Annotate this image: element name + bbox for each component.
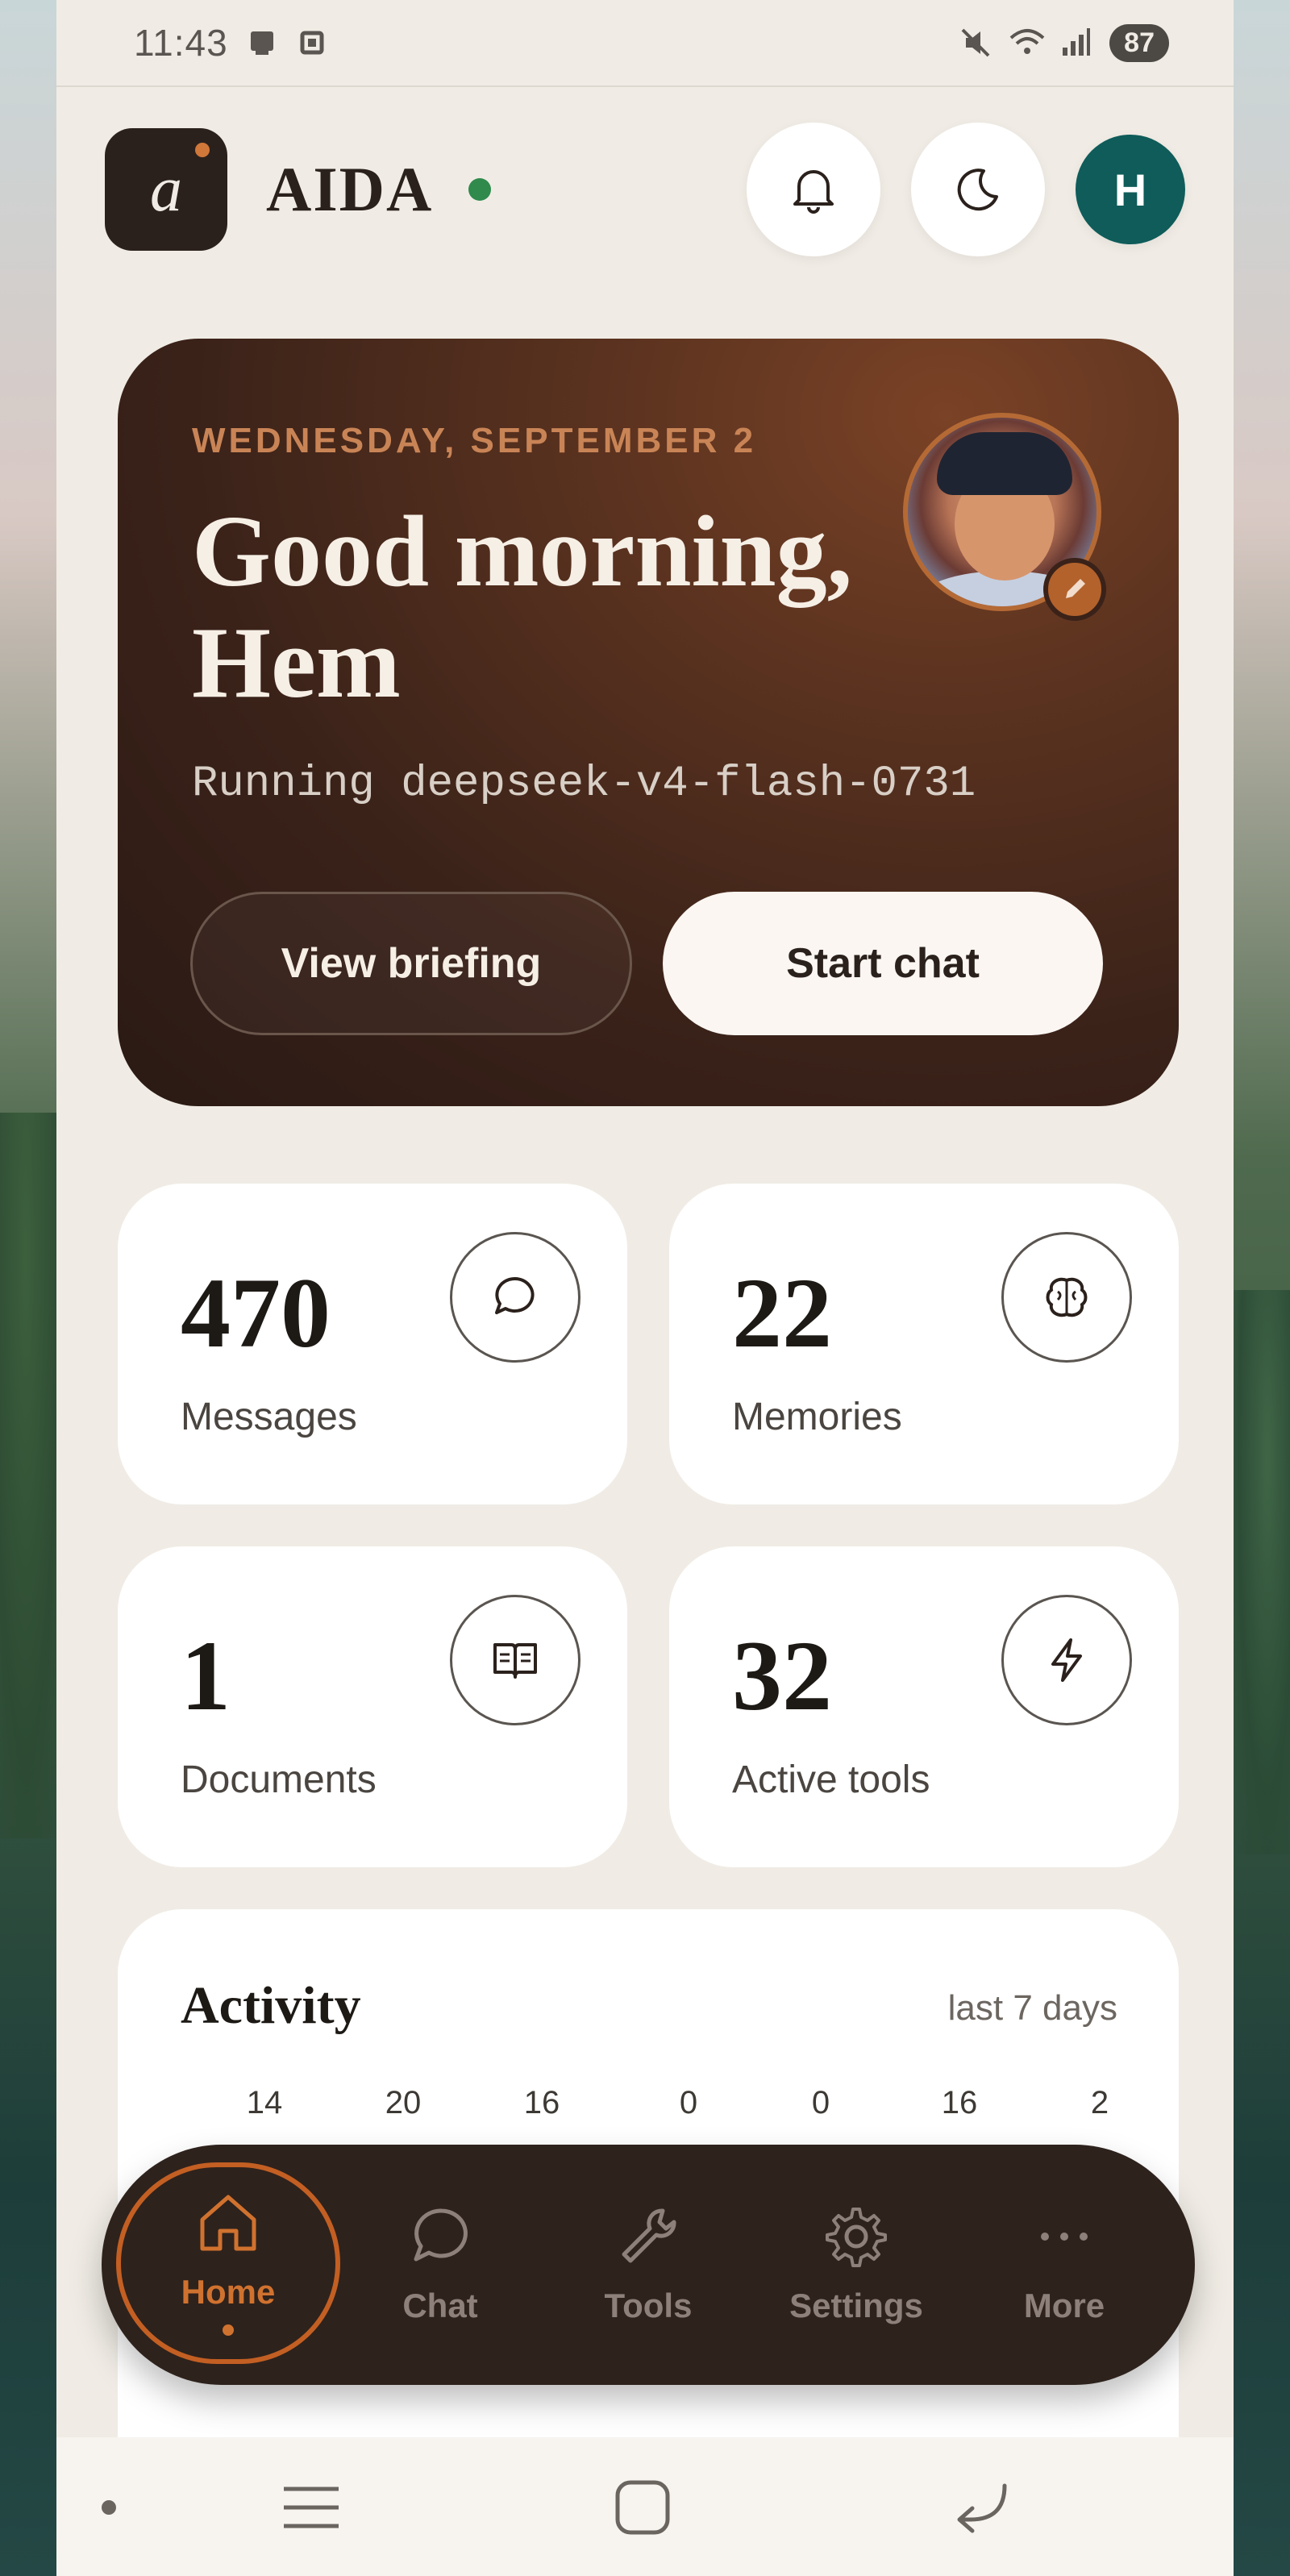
current-date: WEDNESDAY, SEPTEMBER 2 (192, 421, 757, 460)
notification-icon (246, 27, 278, 59)
recent-apps-icon[interactable] (279, 2479, 343, 2536)
mute-icon (959, 27, 992, 59)
battery-indicator: 87 (1109, 23, 1169, 62)
app-logo[interactable]: a (105, 128, 227, 251)
chat-icon (414, 2208, 468, 2262)
background-scenery-right (1234, 1290, 1290, 1854)
active-indicator-dot (223, 2324, 234, 2336)
nav-item-home[interactable]: Home (116, 2162, 340, 2364)
start-chat-button[interactable]: Start chat (663, 892, 1103, 1035)
phone-screen: 11:43 87 a AIDA H WEDNESDAY, SEPTEMBER 2… (56, 0, 1234, 2576)
background-scenery-left (0, 1113, 64, 1838)
chat-bubble-icon (450, 1232, 580, 1363)
bottom-navigation: Home Chat Tools Settings More (102, 2145, 1195, 2385)
activity-day-value: 0 (811, 2085, 830, 2120)
activity-day-value: 2 (1090, 2085, 1109, 2120)
theme-toggle-button[interactable] (911, 123, 1045, 256)
logo-dot (195, 143, 210, 157)
activity-title: Activity (181, 1976, 361, 2035)
stat-value: 1 (181, 1621, 231, 1731)
wrench-icon (622, 2208, 676, 2263)
sysnav-indicator-dot (102, 2500, 116, 2515)
signal-icon (1059, 27, 1092, 59)
nav-label: Tools (604, 2287, 693, 2324)
brain-icon (1001, 1232, 1132, 1363)
nav-item-more[interactable]: More (959, 2145, 1169, 2385)
stat-label: Documents (181, 1758, 377, 1801)
edit-avatar-button[interactable] (1043, 558, 1106, 621)
stat-card-documents[interactable]: 1 Documents (118, 1546, 627, 1867)
activity-day-value: 16 (523, 2085, 560, 2120)
status-bar: 11:43 87 (56, 0, 1234, 87)
system-navigation-bar (56, 2437, 1234, 2576)
nav-label: More (1023, 2287, 1105, 2324)
stat-value: 22 (732, 1258, 832, 1368)
pencil-icon (1066, 579, 1085, 598)
back-icon[interactable] (950, 2479, 1014, 2536)
nav-label: Chat (402, 2287, 478, 2324)
nav-item-chat[interactable]: Chat (335, 2145, 545, 2385)
activity-range: last 7 days (947, 1988, 1117, 2028)
nav-label: Home (181, 2273, 276, 2311)
gear-icon (826, 2208, 887, 2267)
greeting-heading: Good morning, Hem (192, 496, 853, 719)
stat-card-messages[interactable]: 470 Messages (118, 1184, 627, 1504)
moon-icon (957, 169, 998, 211)
app-header: a AIDA H (105, 123, 1185, 256)
more-icon (1041, 2233, 1088, 2241)
bell-icon (793, 170, 834, 214)
greeting-card: WEDNESDAY, SEPTEMBER 2 Good morning, Hem… (118, 339, 1179, 1106)
notification-icon (296, 27, 328, 59)
user-avatar-button[interactable]: H (1076, 135, 1185, 244)
stat-value: 470 (181, 1258, 331, 1368)
home-system-icon[interactable] (613, 2478, 672, 2537)
nav-label: Settings (789, 2287, 923, 2324)
app-name: AIDA (266, 154, 434, 224)
lightning-icon (1001, 1595, 1132, 1725)
stat-card-active-tools[interactable]: 32 Active tools (669, 1546, 1179, 1867)
stat-value: 32 (732, 1621, 832, 1731)
online-status-dot (468, 178, 492, 201)
notifications-button[interactable] (747, 123, 880, 256)
activity-day-value: 20 (385, 2085, 422, 2120)
stat-label: Memories (732, 1396, 902, 1438)
model-status: Running deepseek-v4-flash-0731 (192, 759, 976, 809)
home-icon (200, 2195, 256, 2251)
nav-item-settings[interactable]: Settings (751, 2145, 961, 2385)
activity-values: 14 20 16 0 0 16 2 (118, 2085, 1179, 2133)
nav-item-tools[interactable]: Tools (543, 2145, 753, 2385)
book-icon (450, 1595, 580, 1725)
logo-letter: a (150, 153, 182, 225)
stat-label: Active tools (732, 1758, 930, 1801)
view-briefing-button[interactable]: View briefing (190, 892, 632, 1035)
activity-day-value: 0 (679, 2085, 698, 2120)
stat-card-memories[interactable]: 22 Memories (669, 1184, 1179, 1504)
wifi-icon (1009, 27, 1045, 59)
status-time: 11:43 (134, 22, 228, 64)
stat-label: Messages (181, 1396, 357, 1438)
activity-day-value: 14 (246, 2085, 283, 2120)
activity-day-value: 16 (941, 2085, 978, 2120)
